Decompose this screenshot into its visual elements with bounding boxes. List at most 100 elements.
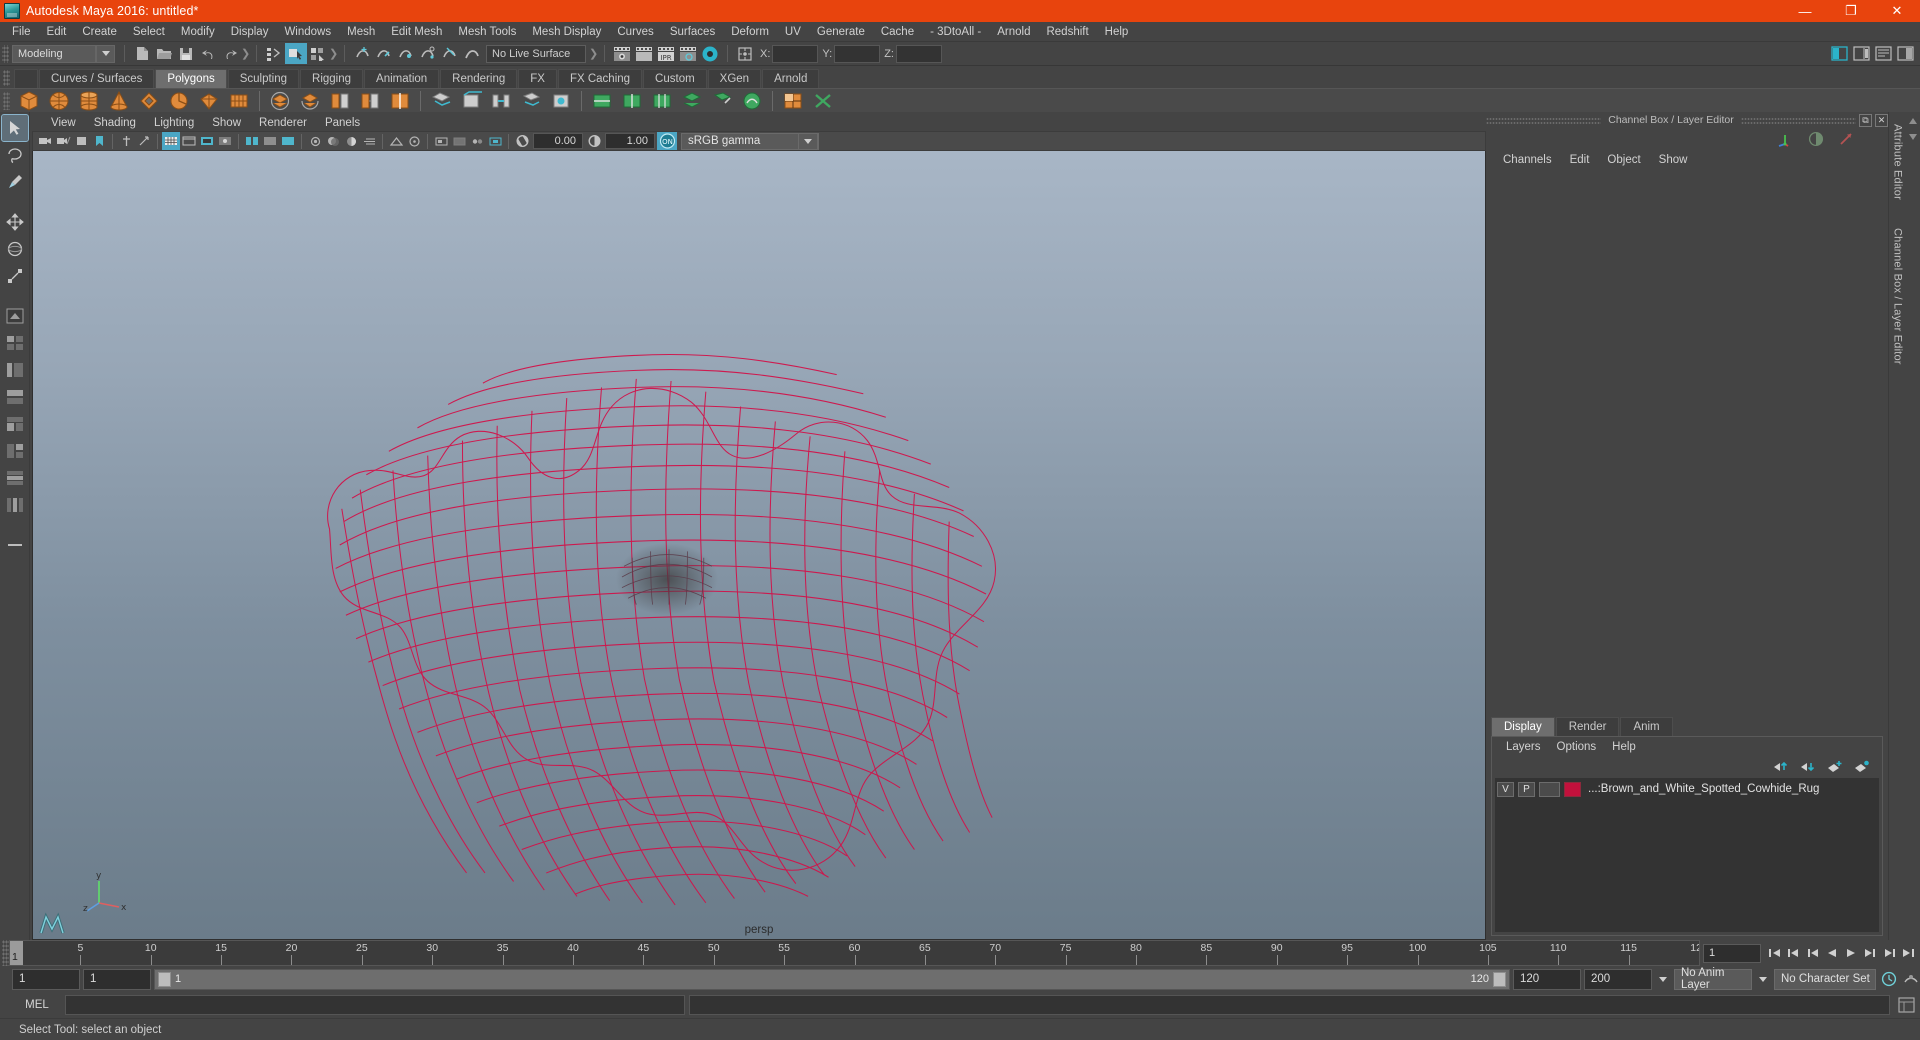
menu-item-help[interactable]: Help bbox=[1097, 23, 1137, 41]
auto-key-icon[interactable] bbox=[1879, 969, 1898, 989]
layer-type-toggle[interactable] bbox=[1539, 781, 1560, 797]
depth-of-field-icon[interactable] bbox=[405, 132, 423, 150]
group-collapse-icon-2[interactable]: ❯ bbox=[329, 47, 338, 60]
xray-active-components-icon[interactable] bbox=[486, 132, 504, 150]
layer-menu-layers[interactable]: Layers bbox=[1498, 740, 1549, 754]
menu-item-edit[interactable]: Edit bbox=[39, 23, 75, 41]
persp-outliner-layout-icon[interactable] bbox=[2, 357, 28, 383]
step-back-key-icon[interactable] bbox=[1784, 943, 1803, 963]
go-to-start-icon[interactable] bbox=[1765, 943, 1784, 963]
layer-visibility-toggle[interactable]: V bbox=[1497, 781, 1514, 797]
input-output-connections-icon[interactable] bbox=[699, 43, 721, 64]
character-set-selector[interactable]: No Character Set bbox=[1774, 968, 1876, 990]
offset-edge-loop-icon[interactable] bbox=[647, 89, 677, 113]
viewport-menu-lighting[interactable]: Lighting bbox=[145, 116, 203, 130]
manipulator-axis-icon[interactable] bbox=[1777, 131, 1794, 147]
menu-item-arnold[interactable]: Arnold bbox=[989, 23, 1038, 41]
vertical-tab-attribute-editor[interactable]: Attribute Editor bbox=[1891, 118, 1905, 206]
range-chevron-icon[interactable] bbox=[1655, 976, 1671, 982]
render-settings-icon[interactable]: IPR bbox=[655, 43, 677, 64]
vertical-tab-channel-box[interactable]: Channel Box / Layer Editor bbox=[1891, 222, 1905, 371]
layer-row[interactable]: V P ...:Brown_and_White_Spotted_Cowhide_… bbox=[1497, 780, 1877, 798]
coord-z-field[interactable] bbox=[895, 44, 942, 63]
play-forwards-icon[interactable] bbox=[1841, 943, 1860, 963]
menu-item-generate[interactable]: Generate bbox=[809, 23, 873, 41]
time-slider-track[interactable]: 1 5 10 15 20 25 30 35 40 45 50 55 60 65 70 75 80 85 90 95 1… bbox=[9, 940, 1700, 966]
new-layer-from-selected-icon[interactable] bbox=[1854, 760, 1870, 773]
layer-playback-toggle[interactable]: P bbox=[1518, 781, 1535, 797]
polygon-cube-icon[interactable] bbox=[14, 89, 44, 113]
screen-space-ao-icon[interactable] bbox=[342, 132, 360, 150]
shelf-tab-sculpting[interactable]: Sculpting bbox=[227, 69, 300, 88]
anim-layer-selector[interactable]: No Anim Layer bbox=[1674, 967, 1752, 991]
menu-item-3dtoall[interactable]: - 3DtoAll - bbox=[922, 23, 989, 41]
smooth-shade-all-icon[interactable] bbox=[261, 132, 279, 150]
shelf-tab-custom[interactable]: Custom bbox=[643, 69, 707, 88]
current-frame-field[interactable]: 1 bbox=[1703, 943, 1761, 963]
maximize-button[interactable]: ❐ bbox=[1828, 0, 1874, 22]
single-perspective-view-icon[interactable] bbox=[2, 303, 28, 329]
select-by-hierarchy-icon[interactable] bbox=[263, 43, 285, 64]
select-by-component-icon[interactable] bbox=[307, 43, 329, 64]
group-collapse-icon[interactable]: ❯ bbox=[241, 47, 250, 60]
camera-attributes-icon[interactable] bbox=[72, 132, 90, 150]
separate-icon[interactable] bbox=[295, 89, 325, 113]
bookmark-icon[interactable] bbox=[90, 132, 108, 150]
chevron-down-icon[interactable] bbox=[96, 44, 115, 63]
isolate-select-icon[interactable] bbox=[432, 132, 450, 150]
menu-item-display[interactable]: Display bbox=[223, 23, 277, 41]
smooth-shade-textured-icon[interactable] bbox=[279, 132, 297, 150]
go-to-end-icon[interactable] bbox=[1898, 943, 1917, 963]
move-layer-down-icon[interactable] bbox=[1800, 760, 1816, 773]
scroll-down-icon[interactable] bbox=[1908, 132, 1918, 142]
new-layer-icon[interactable] bbox=[1827, 760, 1843, 773]
bridge-icon[interactable] bbox=[486, 89, 516, 113]
menu-item-cache[interactable]: Cache bbox=[873, 23, 922, 41]
dock-drag-handle-right[interactable] bbox=[1740, 116, 1856, 124]
shelf-tab-arnold[interactable]: Arnold bbox=[762, 69, 820, 88]
viewport-menu-panels[interactable]: Panels bbox=[316, 116, 369, 130]
persp-dope-sheet-layout-icon[interactable] bbox=[2, 438, 28, 464]
toggle-sidebar-icon[interactable] bbox=[1828, 43, 1850, 64]
gate-mask-icon[interactable] bbox=[216, 132, 234, 150]
persp-trax-layout-icon[interactable] bbox=[2, 465, 28, 491]
four-view-layout-icon[interactable] bbox=[2, 330, 28, 356]
image-plane-icon[interactable] bbox=[117, 132, 135, 150]
polygon-pyramid-icon[interactable] bbox=[224, 89, 254, 113]
snap-to-projected-center-icon[interactable] bbox=[417, 43, 439, 64]
menu-item-uv[interactable]: UV bbox=[777, 23, 809, 41]
insert-edge-loop-icon[interactable] bbox=[617, 89, 647, 113]
grid-toggle-icon[interactable] bbox=[162, 132, 180, 150]
toggle-channel-box-icon[interactable] bbox=[1894, 43, 1916, 64]
open-scene-icon[interactable] bbox=[153, 43, 175, 64]
menu-set-selector[interactable]: Modeling bbox=[12, 44, 115, 63]
snap-to-view-plane-icon[interactable] bbox=[439, 43, 461, 64]
polygon-cylinder-icon[interactable] bbox=[74, 89, 104, 113]
undock-icon[interactable]: ⧉ bbox=[1859, 113, 1872, 127]
paint-select-tool-icon[interactable] bbox=[2, 169, 28, 195]
shelf-grip[interactable] bbox=[3, 70, 10, 86]
bevel-icon[interactable] bbox=[456, 89, 486, 113]
shelf-tab-fx-caching[interactable]: FX Caching bbox=[557, 69, 643, 88]
multisample-aa-icon[interactable] bbox=[387, 132, 405, 150]
uv-editor-icon[interactable] bbox=[778, 89, 808, 113]
live-surface-field[interactable]: No Live Surface bbox=[486, 44, 586, 63]
minimize-button[interactable]: — bbox=[1782, 0, 1828, 22]
smooth-icon[interactable] bbox=[355, 89, 385, 113]
anim-start-field[interactable]: 1 bbox=[12, 968, 80, 990]
xray-icon[interactable] bbox=[450, 132, 468, 150]
persp-graph-layout-icon[interactable] bbox=[2, 384, 28, 410]
snap-to-point-icon[interactable] bbox=[395, 43, 417, 64]
lasso-select-tool-icon[interactable] bbox=[2, 142, 28, 168]
film-gate-icon[interactable] bbox=[180, 132, 198, 150]
polygon-torus-icon[interactable] bbox=[134, 89, 164, 113]
save-scene-icon[interactable] bbox=[175, 43, 197, 64]
menu-item-windows[interactable]: Windows bbox=[276, 23, 339, 41]
range-slider-left-handle[interactable] bbox=[158, 971, 171, 987]
hypershade-icon[interactable] bbox=[677, 43, 699, 64]
shelf-tab-fx[interactable]: FX bbox=[518, 69, 557, 88]
range-slider-right-handle[interactable] bbox=[1493, 971, 1506, 987]
new-scene-icon[interactable] bbox=[131, 43, 153, 64]
shelf-tab-animation[interactable]: Animation bbox=[364, 69, 440, 88]
layer-menu-help[interactable]: Help bbox=[1604, 740, 1644, 754]
